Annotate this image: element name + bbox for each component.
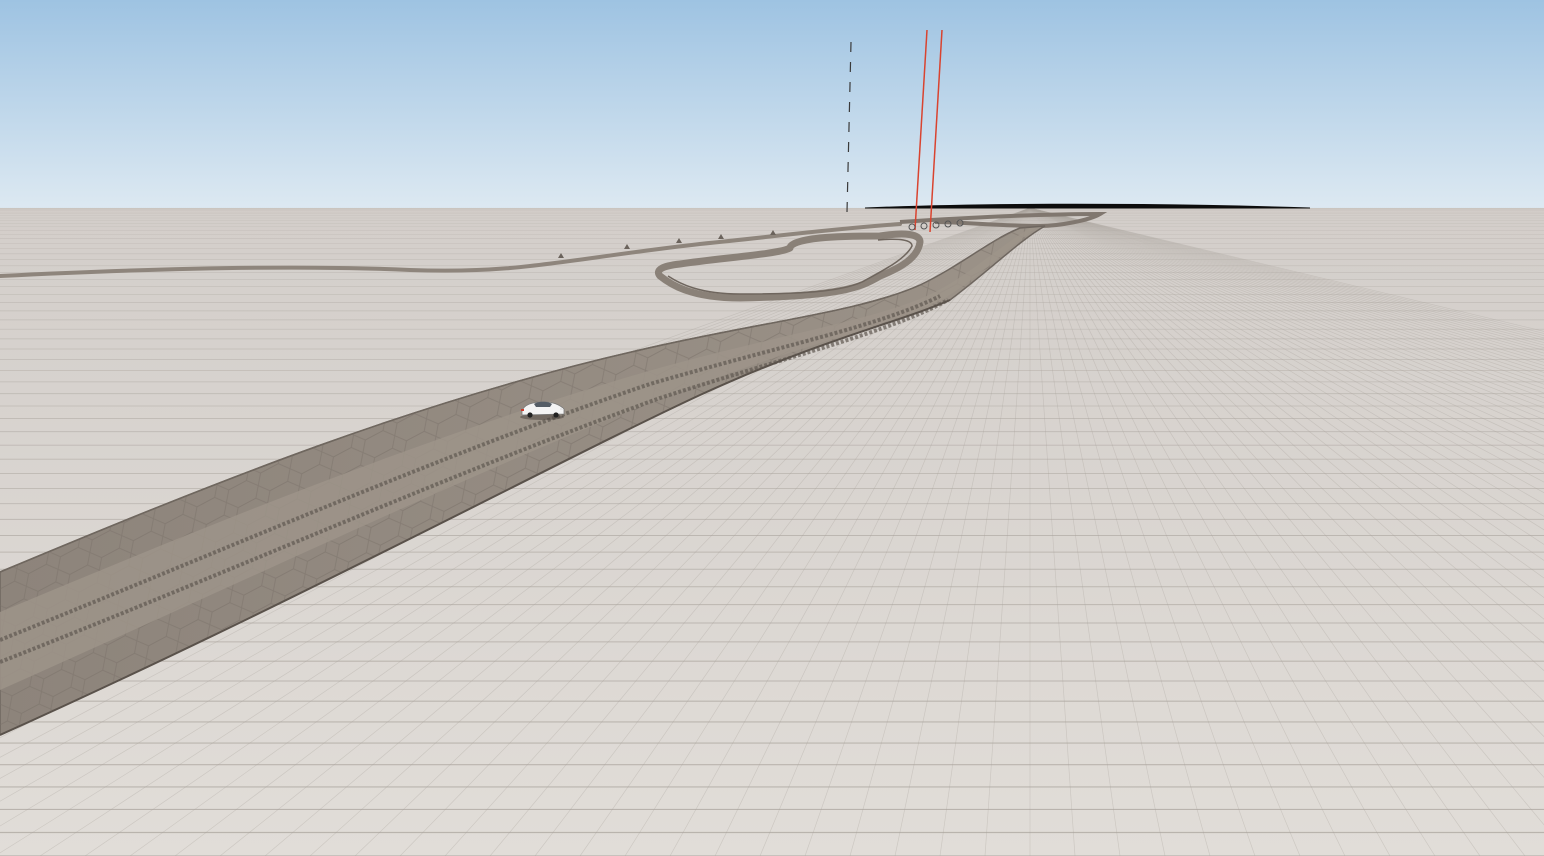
game-scene[interactable]	[0, 0, 1544, 856]
game-viewport[interactable]	[0, 0, 1544, 856]
sky	[0, 0, 1544, 210]
